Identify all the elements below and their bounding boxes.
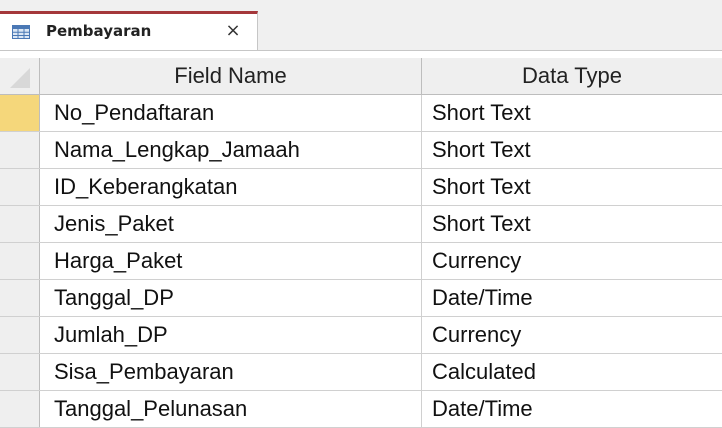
field-name-cell[interactable]: Tanggal_Pelunasan <box>40 391 422 427</box>
table-row[interactable]: Jenis_Paket Short Text <box>0 206 722 243</box>
close-icon[interactable]: × <box>222 20 244 42</box>
select-all-corner[interactable] <box>0 58 40 94</box>
row-selector[interactable] <box>0 354 40 390</box>
field-name-cell[interactable]: ID_Keberangkatan <box>40 169 422 205</box>
field-name-cell[interactable]: Jumlah_DP <box>40 317 422 353</box>
table-row[interactable]: ID_Keberangkatan Short Text <box>0 169 722 206</box>
data-type-cell[interactable]: Short Text <box>422 95 722 131</box>
data-type-cell[interactable]: Short Text <box>422 206 722 242</box>
table-row[interactable]: Jumlah_DP Currency <box>0 317 722 354</box>
field-name-cell[interactable]: Tanggal_DP <box>40 280 422 316</box>
data-type-cell[interactable]: Currency <box>422 317 722 353</box>
tab-label: Pembayaran <box>46 22 152 40</box>
table-row[interactable]: Sisa_Pembayaran Calculated <box>0 354 722 391</box>
data-type-cell[interactable]: Date/Time <box>422 280 722 316</box>
table-row[interactable]: Tanggal_Pelunasan Date/Time <box>0 391 722 428</box>
grid-header: Field Name Data Type <box>0 58 722 95</box>
data-type-cell[interactable]: Date/Time <box>422 391 722 427</box>
field-name-cell[interactable]: Harga_Paket <box>40 243 422 279</box>
data-type-cell[interactable]: Short Text <box>422 132 722 168</box>
table-row[interactable]: No_Pendaftaran Short Text <box>0 95 722 132</box>
grid-rows: No_Pendaftaran Short Text Nama_Lengkap_Jam… <box>0 95 722 428</box>
table-row[interactable]: Nama_Lengkap_Jamaah Short Text <box>0 132 722 169</box>
row-selector[interactable] <box>0 95 40 131</box>
data-type-cell[interactable]: Short Text <box>422 169 722 205</box>
field-name-cell[interactable]: Nama_Lengkap_Jamaah <box>40 132 422 168</box>
row-selector[interactable] <box>0 243 40 279</box>
field-name-cell[interactable]: Sisa_Pembayaran <box>40 354 422 390</box>
data-type-cell[interactable]: Calculated <box>422 354 722 390</box>
row-selector[interactable] <box>0 391 40 427</box>
row-selector[interactable] <box>0 317 40 353</box>
row-selector[interactable] <box>0 206 40 242</box>
table-row[interactable]: Tanggal_DP Date/Time <box>0 280 722 317</box>
table-icon <box>12 24 30 39</box>
row-selector[interactable] <box>0 132 40 168</box>
document-tab-strip: Pembayaran × <box>0 0 722 51</box>
field-grid: Field Name Data Type No_Pendaftaran Short… <box>0 58 722 428</box>
column-header-data-type[interactable]: Data Type <box>422 58 722 94</box>
row-selector[interactable] <box>0 280 40 316</box>
tab-pembayaran[interactable]: Pembayaran × <box>0 11 258 50</box>
field-name-cell[interactable]: No_Pendaftaran <box>40 95 422 131</box>
table-design-view: Pembayaran × Field Name Data Type No_Pen… <box>0 0 722 428</box>
column-header-field-name[interactable]: Field Name <box>40 58 422 94</box>
field-name-cell[interactable]: Jenis_Paket <box>40 206 422 242</box>
data-type-cell[interactable]: Currency <box>422 243 722 279</box>
table-row[interactable]: Harga_Paket Currency <box>0 243 722 280</box>
row-selector[interactable] <box>0 169 40 205</box>
